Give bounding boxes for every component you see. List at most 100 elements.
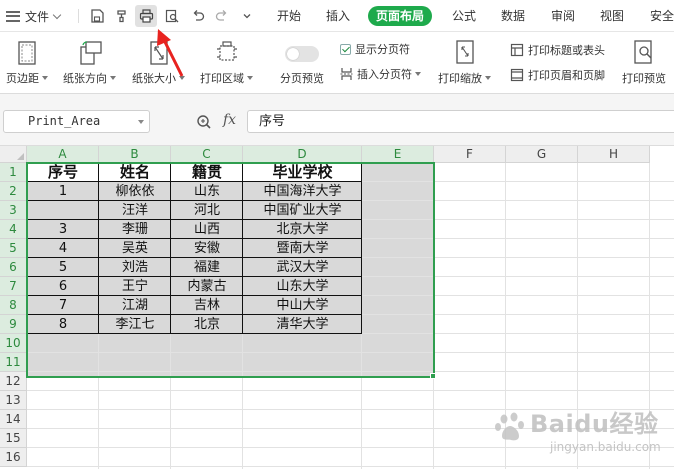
print-preview-label: 打印预览 (622, 72, 666, 85)
print-titles-icon (510, 43, 524, 57)
dropdown-arrow-icon (42, 76, 48, 80)
redo-icon (215, 10, 227, 21)
watermark-brand: Baidu经验 (530, 410, 659, 438)
print-preview-button[interactable]: 打印预览 (622, 40, 666, 86)
format-painter-button[interactable] (111, 5, 133, 27)
dropdown-arrow-icon (247, 76, 253, 80)
selection-border (26, 162, 435, 378)
row-header-4[interactable]: 4 (0, 220, 27, 239)
column-header-a[interactable]: A (27, 146, 99, 163)
margins-button[interactable]: 页边距 (6, 40, 48, 86)
hamburger-icon (6, 10, 20, 22)
print-scale-label: 打印缩放 (438, 72, 482, 85)
margins-label: 页边距 (6, 72, 39, 85)
header-footer-icon (510, 68, 524, 82)
print-titles-label: 打印标题或表头 (528, 44, 605, 57)
print-scale-icon (455, 40, 474, 64)
print-area-label: 打印区域 (200, 72, 244, 85)
column-header-d[interactable]: D (243, 146, 362, 163)
tab-insert[interactable]: 插入 (326, 7, 350, 25)
ribbon: 页边距 纸张方向 纸张大小 打印区域 分页预览 显示分页符 插入分页符 打印缩放… (0, 32, 674, 94)
redo-button[interactable] (211, 5, 233, 27)
quick-access-more-button[interactable] (236, 5, 258, 27)
fx-icon[interactable]: fx (223, 112, 236, 128)
print-preview-quick-button[interactable] (161, 5, 183, 27)
tab-home[interactable]: 开始 (277, 7, 301, 25)
page-break-preview-toggle[interactable] (285, 46, 319, 62)
row-header-11[interactable]: 11 (0, 353, 27, 372)
print-titles-button[interactable]: 打印标题或表头 (510, 42, 605, 58)
row-header-1[interactable]: 1 (0, 163, 27, 182)
column-header-b[interactable]: B (99, 146, 171, 163)
divider (78, 9, 79, 23)
header-footer-label: 打印页眉和页脚 (528, 69, 605, 82)
orientation-button[interactable]: 纸张方向 (63, 40, 116, 86)
dropdown-arrow-icon (110, 76, 116, 80)
fill-handle[interactable] (430, 373, 436, 379)
column-header-c[interactable]: C (171, 146, 243, 163)
print-button[interactable] (135, 5, 157, 27)
row-header-8[interactable]: 8 (0, 296, 27, 315)
tab-page-layout[interactable]: 页面布局 (368, 6, 433, 26)
row-header-16[interactable]: 16 (0, 448, 27, 467)
insert-page-break-button[interactable]: 插入分页符 (340, 66, 421, 82)
page-break-icon (340, 68, 353, 80)
orientation-icon (79, 41, 102, 65)
orientation-label: 纸张方向 (63, 72, 107, 85)
row-header-12[interactable]: 12 (0, 372, 27, 391)
print-scale-button[interactable]: 打印缩放 (438, 40, 491, 86)
row-header-14[interactable]: 14 (0, 410, 27, 429)
tab-review[interactable]: 审阅 (551, 7, 575, 25)
column-header-f[interactable]: F (434, 146, 506, 163)
show-page-break-label: 显示分页符 (355, 43, 410, 56)
tab-view[interactable]: 视图 (600, 7, 624, 25)
tab-security[interactable]: 安全 (650, 7, 674, 25)
dropdown-arrow-icon (415, 72, 421, 76)
paper-size-label: 纸张大小 (132, 72, 176, 85)
format-painter-icon (117, 10, 126, 23)
print-preview-icon (634, 40, 652, 64)
baidu-paw-icon (495, 412, 524, 441)
formula-input[interactable]: 序号 (247, 110, 674, 133)
chevron-down-icon (52, 10, 62, 19)
row-header-3[interactable]: 3 (0, 201, 27, 220)
row-header-9[interactable]: 9 (0, 315, 27, 334)
zoom-search-icon[interactable] (196, 114, 212, 133)
row-header-5[interactable]: 5 (0, 239, 27, 258)
row-header-15[interactable]: 15 (0, 429, 27, 448)
file-menu-label: 文件 (25, 9, 50, 24)
row-header-2[interactable]: 2 (0, 182, 27, 201)
insert-page-break-label: 插入分页符 (357, 68, 412, 81)
undo-icon (193, 10, 205, 21)
column-header-e[interactable]: E (362, 146, 434, 163)
dropdown-arrow-icon (485, 76, 491, 80)
print-area-button[interactable]: 打印区域 (200, 40, 253, 86)
page-break-preview-button[interactable]: 分页预览 (280, 44, 324, 86)
name-box[interactable]: Print_Area (3, 110, 150, 133)
file-menu[interactable]: 文件 (2, 4, 64, 28)
page-break-preview-label: 分页预览 (280, 72, 324, 85)
watermark: Baidu经验 jingyan.baidu.com (488, 400, 668, 466)
row-header-6[interactable]: 6 (0, 258, 27, 277)
print-preview-icon (165, 9, 179, 23)
show-page-break-checkbox[interactable]: 显示分页符 (340, 41, 410, 57)
undo-button[interactable] (187, 5, 209, 27)
tab-data[interactable]: 数据 (501, 7, 525, 25)
chevron-down-icon (243, 14, 251, 19)
paper-size-icon (149, 41, 168, 65)
name-box-value: Print_Area (28, 114, 101, 128)
column-header-h[interactable]: H (578, 146, 650, 163)
row-header-7[interactable]: 7 (0, 277, 27, 296)
tab-formulas[interactable]: 公式 (452, 7, 476, 25)
paper-size-button[interactable]: 纸张大小 (132, 40, 185, 86)
formula-bar: Print_Area fx 序号 (0, 94, 674, 146)
header-footer-button[interactable]: 打印页眉和页脚 (510, 67, 605, 83)
menu-bar: 文件 开始 插入 页面布局 公式 数据 审阅 视图 安全 (0, 0, 674, 32)
save-icon (91, 9, 104, 23)
column-header-g[interactable]: G (506, 146, 578, 163)
dropdown-arrow-icon (179, 76, 185, 80)
row-header-13[interactable]: 13 (0, 391, 27, 410)
save-button[interactable] (86, 5, 108, 27)
row-header-10[interactable]: 10 (0, 334, 27, 353)
select-all-corner[interactable] (0, 146, 27, 163)
